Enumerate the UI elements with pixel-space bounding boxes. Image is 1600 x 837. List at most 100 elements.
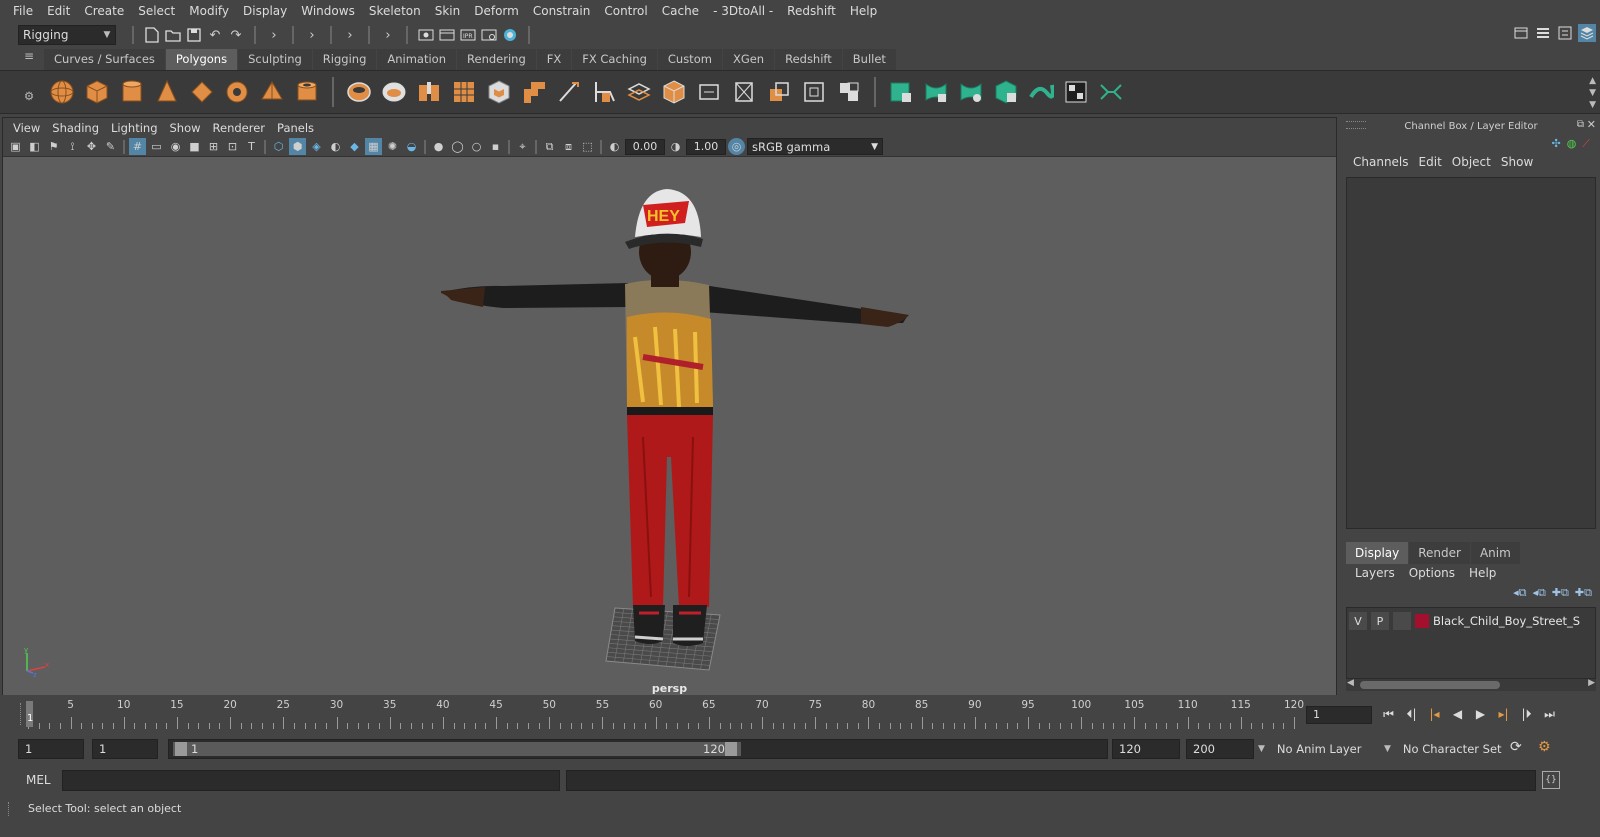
layer-editor-tab-anim[interactable]: Anim [1470,542,1520,564]
planar-map-icon[interactable] [728,76,760,108]
lighting-icon[interactable]: ✺ [384,138,401,155]
camera-icon[interactable]: ▣ [7,138,24,155]
safe-title-icon[interactable]: T [243,138,260,155]
layer-editor-tab-render[interactable]: Render [1409,542,1470,564]
wireframe-on-shaded-icon[interactable]: ◈ [308,138,325,155]
quad-draw-icon[interactable] [658,76,690,108]
animation-end-field[interactable]: 200 [1186,739,1254,759]
range-slider-fill[interactable] [173,742,741,756]
textured-icon[interactable]: ◆ [346,138,363,155]
shelf-tab-animation[interactable]: Animation [377,49,457,70]
soft-select-icon[interactable] [920,76,952,108]
poly-torus-icon[interactable] [221,76,253,108]
lattice-icon[interactable] [955,76,987,108]
poly-pipe-icon[interactable] [291,76,323,108]
viewport-menu-lighting[interactable]: Lighting [105,121,163,135]
xray-joints-icon[interactable]: ⧉ [541,138,558,155]
move-layer-up-icon[interactable]: ◂⧉ [1513,586,1526,600]
collapse-arrow-icon[interactable]: › [341,26,359,44]
bookmark-icon[interactable]: ⚑ [45,138,62,155]
anim-layer-dropdown[interactable]: ▼ No Anim Layer [1258,739,1394,759]
step-forward-key-icon[interactable]: ▸| [1495,705,1512,723]
ambient-occlusion-icon[interactable]: ● [430,138,447,155]
channel-box-menu-channels[interactable]: Channels [1348,155,1414,169]
isolate-select-icon[interactable]: ⌖ [514,138,531,155]
hypershade-icon[interactable] [501,26,519,44]
shelf-tab-custom[interactable]: Custom [657,49,722,70]
panel-grip[interactable] [8,802,11,816]
menu-3dtoall[interactable]: - 3DtoAll - [706,4,780,18]
step-back-frame-icon[interactable]: ⏴| [1403,705,1420,723]
layer-color-swatch[interactable] [1415,614,1429,628]
shadows-icon[interactable]: ◒ [403,138,420,155]
image-plane-icon[interactable]: ⟟ [64,138,81,155]
extrude-icon[interactable] [413,76,445,108]
twist-icon[interactable] [1025,76,1057,108]
bevel-icon[interactable] [483,76,515,108]
connect-icon[interactable] [623,76,655,108]
menu-create[interactable]: Create [77,4,131,18]
channel-box-icon[interactable] [1578,24,1596,42]
gate-mask-icon[interactable]: ■ [186,138,203,155]
playback-end-field[interactable]: 120 [1112,739,1180,759]
viewport-menu-show[interactable]: Show [164,121,207,135]
scroll-right-icon[interactable]: ▶ [1588,678,1595,688]
menu-skeleton[interactable]: Skeleton [362,4,428,18]
time-slider[interactable]: 5 10 15 20 25 30 35 40 45 50 55 60 65 70 75 80 85 90 95 100… [18,699,1304,729]
view-transform-dropdown[interactable]: sRGB gamma ▼ [747,138,883,155]
close-icon[interactable]: ✕ [1587,118,1596,131]
multi-cut-icon[interactable] [553,76,585,108]
menu-control[interactable]: Control [597,4,654,18]
layer-display-type-toggle[interactable] [1393,612,1411,630]
collapse-arrow-icon[interactable]: › [303,26,321,44]
smooth-shade-icon[interactable]: ⬢ [289,138,306,155]
step-back-key-icon[interactable]: |◂ [1426,705,1443,723]
shelf-tab-sculpting[interactable]: Sculpting [238,49,312,70]
gamma-field[interactable]: 1.00 [686,138,726,155]
menu-windows[interactable]: Windows [294,4,362,18]
anti-alias-icon[interactable]: ○ [468,138,485,155]
go-to-end-icon[interactable]: ⏭ [1541,705,1558,723]
render-view-icon[interactable] [417,26,435,44]
redo-icon[interactable]: ↷ [227,26,245,44]
menu-file[interactable]: File [6,4,40,18]
shelf-tab-curves-surfaces[interactable]: Curves / Surfaces [44,49,165,70]
menu-edit[interactable]: Edit [40,4,77,18]
shelf-tab-fx-caching[interactable]: FX Caching [572,49,657,70]
viewport-canvas[interactable]: HEY y x z persp [3,157,1336,695]
boolean-icon[interactable] [833,76,865,108]
combine-icon[interactable] [343,76,375,108]
field-chart-icon[interactable]: ⊞ [205,138,222,155]
symmetry-icon[interactable] [1095,76,1127,108]
shelf-tab-xgen[interactable]: XGen [722,49,775,70]
mirror-icon[interactable] [763,76,795,108]
viewport-menu-view[interactable]: View [7,121,46,135]
menu-cache[interactable]: Cache [655,4,706,18]
shelf-tab-fx[interactable]: FX [536,49,572,70]
film-gate-icon[interactable]: ▭ [148,138,165,155]
target-weld-icon[interactable] [588,76,620,108]
channel-box-menu-show[interactable]: Show [1496,155,1538,169]
layer-playback-toggle[interactable]: P [1371,612,1389,630]
layer-menu-layers[interactable]: Layers [1348,566,1402,580]
panel-grip[interactable] [20,703,23,725]
current-frame-field[interactable]: 1 [1306,706,1372,724]
play-forwards-icon[interactable]: ▶ [1472,705,1489,723]
play-backwards-icon[interactable]: ◀ [1449,705,1466,723]
shelf-tab-redshift[interactable]: Redshift [775,49,842,70]
ipr-render-icon[interactable]: IPR [459,26,477,44]
new-scene-icon[interactable] [143,26,161,44]
cube-deform-icon[interactable] [990,76,1022,108]
menu-modify[interactable]: Modify [182,4,236,18]
shelf-tab-polygons[interactable]: Polygons [165,49,238,70]
undo-icon[interactable]: ↶ [206,26,224,44]
grid-icon[interactable]: # [129,138,146,155]
poly-cone-icon[interactable] [151,76,183,108]
motion-blur-icon[interactable]: ◯ [449,138,466,155]
backface-icon[interactable]: ⬚ [579,138,596,155]
viewport-menu-panels[interactable]: Panels [271,121,320,135]
checker-icon[interactable]: ▦ [365,138,382,155]
character-set-dropdown[interactable]: ▼ No Character Set [1384,739,1506,759]
poly-cube-icon[interactable] [81,76,113,108]
playback-start-field[interactable]: 1 [92,739,158,759]
